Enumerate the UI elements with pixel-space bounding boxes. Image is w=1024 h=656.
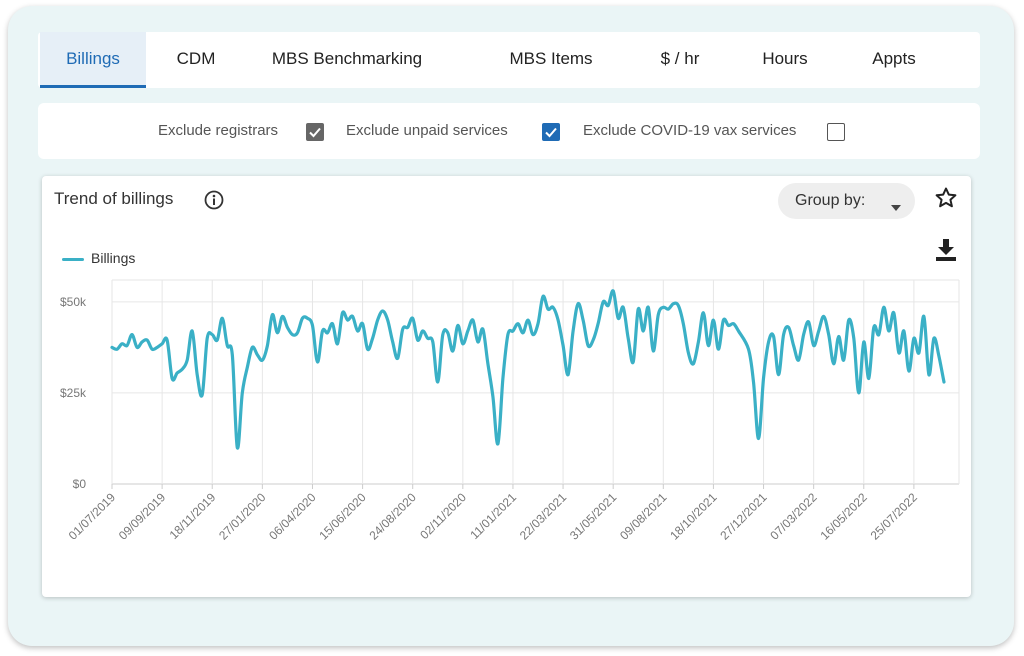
group-by-label: Group by: bbox=[795, 192, 866, 209]
x-tick-label: 22/03/2021 bbox=[517, 490, 570, 543]
y-tick-label: $50k bbox=[60, 295, 87, 309]
exclude-covid-vax-checkbox[interactable] bbox=[827, 123, 845, 141]
chart-title: Trend of billings bbox=[54, 189, 174, 208]
caret-down-icon bbox=[891, 198, 901, 216]
x-tick-label: 25/07/2022 bbox=[868, 490, 921, 543]
tab-mbs-items[interactable]: MBS Items bbox=[486, 32, 616, 88]
exclude-unpaid-checkbox[interactable] bbox=[542, 123, 560, 141]
x-tick-label: 15/06/2020 bbox=[316, 490, 369, 543]
x-tick-label: 18/10/2021 bbox=[667, 490, 720, 543]
info-icon[interactable] bbox=[204, 190, 224, 215]
exclude-registrars-label: Exclude registrars bbox=[158, 122, 279, 139]
x-tick-label: 16/05/2022 bbox=[818, 490, 871, 543]
exclude-unpaid-label: Exclude unpaid services bbox=[346, 122, 508, 139]
star-icon[interactable] bbox=[934, 186, 958, 215]
tab-hours[interactable]: Hours bbox=[744, 32, 826, 88]
y-tick-label: $0 bbox=[73, 477, 87, 491]
x-tick-label: 31/05/2021 bbox=[567, 490, 620, 543]
x-tick-label: 07/03/2022 bbox=[767, 490, 820, 543]
tab-dollars-per-hour[interactable]: $ / hr bbox=[638, 32, 722, 88]
x-tick-label: 18/11/2019 bbox=[167, 490, 219, 542]
x-tick-label: 01/07/2019 bbox=[66, 490, 119, 543]
x-tick-label: 24/08/2020 bbox=[366, 490, 419, 543]
legend-swatch bbox=[62, 258, 84, 261]
x-tick-label: 11/01/2021 bbox=[467, 490, 519, 542]
x-tick-label: 27/12/2021 bbox=[717, 490, 770, 543]
group-by-dropdown[interactable]: Group by: bbox=[778, 183, 915, 219]
billings-chart: $0 $25k $50k 01/07/201909/09/201918/11/2019… bbox=[60, 279, 960, 543]
x-tick-label: 27/01/2020 bbox=[216, 490, 269, 543]
exclude-covid-vax-label: Exclude COVID-19 vax services bbox=[583, 122, 797, 139]
tab-appts[interactable]: Appts bbox=[850, 32, 938, 88]
y-tick-label: $25k bbox=[60, 386, 87, 400]
legend-label: Billings bbox=[91, 250, 136, 266]
x-tick-label: 09/08/2021 bbox=[617, 490, 670, 543]
download-icon[interactable] bbox=[935, 238, 957, 267]
x-tick-label: 06/04/2020 bbox=[266, 490, 319, 543]
billings-trend-card: $0 $25k $50k 01/07/2019 09/09/2019 18/11/2019… bbox=[42, 176, 971, 597]
tab-billings[interactable]: Billings bbox=[40, 32, 146, 88]
x-tick-label: 02/11/2020 bbox=[417, 490, 469, 542]
series-line-billings bbox=[110, 289, 946, 450]
tab-cdm[interactable]: CDM bbox=[146, 32, 246, 88]
x-tick-label: 09/09/2019 bbox=[116, 490, 169, 543]
exclude-registrars-checkbox[interactable] bbox=[306, 123, 324, 141]
filter-bar: Exclude registrars Exclude unpaid servic… bbox=[38, 103, 980, 159]
tab-mbs-benchmarking[interactable]: MBS Benchmarking bbox=[256, 32, 438, 88]
tab-bar: Billings CDM MBS Benchmarking MBS Items … bbox=[38, 32, 980, 88]
